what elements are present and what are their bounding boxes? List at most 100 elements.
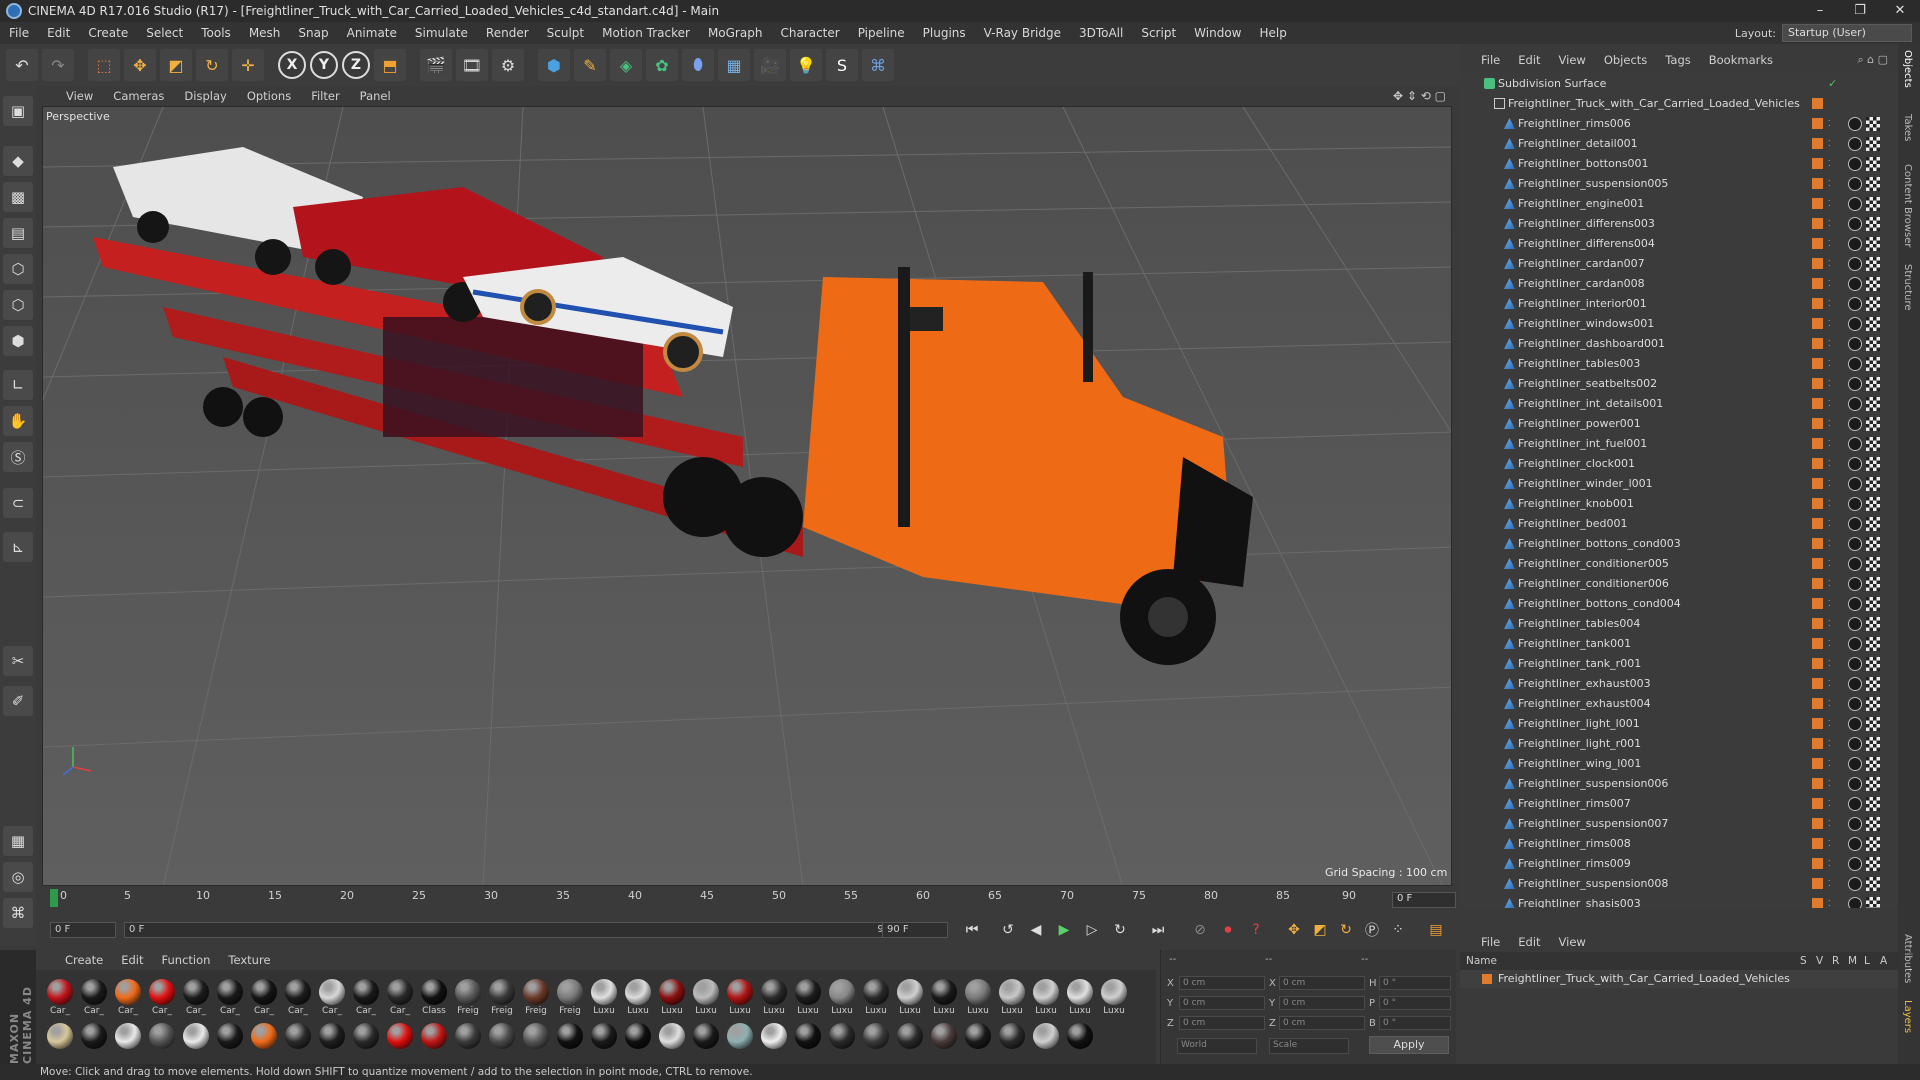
tab-content-browser[interactable]: Content Browser bbox=[1902, 164, 1913, 247]
texture-tag-icon[interactable] bbox=[1866, 157, 1880, 171]
visibility-dots-icon[interactable]: ⁚ bbox=[1828, 739, 1832, 749]
tree-row-group[interactable]: Freightliner_Truck_with_Car_Carried_Load… bbox=[1460, 94, 1898, 114]
visibility-dots-icon[interactable]: ⁚ bbox=[1828, 759, 1832, 769]
axis-mode-icon[interactable]: ∟ bbox=[3, 370, 33, 400]
tweak-icon[interactable]: ✋ bbox=[3, 406, 33, 436]
tree-row-object[interactable]: Freightliner_cardan007 ⁚ bbox=[1460, 254, 1898, 274]
texture-tag-icon[interactable] bbox=[1866, 877, 1880, 891]
points-mode-icon[interactable]: ⬡ bbox=[3, 254, 33, 284]
material-swatch[interactable] bbox=[318, 1022, 346, 1062]
keyframe-selection-icon[interactable]: ? bbox=[1244, 918, 1268, 942]
menu-file[interactable]: File bbox=[0, 26, 38, 40]
viewport-menu-options[interactable]: Options bbox=[237, 89, 301, 103]
subdivision-icon[interactable]: ◈ bbox=[610, 49, 642, 81]
visibility-dots-icon[interactable]: ⁚ bbox=[1828, 699, 1832, 709]
texture-tag-icon[interactable] bbox=[1866, 477, 1880, 491]
layer-color-swatch[interactable] bbox=[1812, 478, 1823, 489]
position-y-field[interactable]: 0 cm bbox=[1179, 996, 1265, 1010]
texture-tag-icon[interactable] bbox=[1866, 697, 1880, 711]
texture-tag-icon[interactable] bbox=[1866, 217, 1880, 231]
magnet-icon[interactable]: ⊂ bbox=[3, 488, 33, 518]
snap-icon[interactable]: Ⓢ bbox=[3, 442, 33, 472]
layer-color-swatch[interactable] bbox=[1812, 138, 1823, 149]
texture-tag-icon[interactable] bbox=[1866, 817, 1880, 831]
layer-color-swatch[interactable] bbox=[1812, 838, 1823, 849]
material-swatch[interactable] bbox=[658, 1022, 686, 1062]
tree-row-object[interactable]: Freightliner_conditioner005 ⁚ bbox=[1460, 554, 1898, 574]
world-dropdown[interactable]: World bbox=[1177, 1038, 1257, 1054]
material-tag-icon[interactable] bbox=[1848, 117, 1862, 131]
layer-color-swatch[interactable] bbox=[1812, 258, 1823, 269]
tab-structure[interactable]: Structure bbox=[1902, 264, 1913, 311]
material-tag-icon[interactable] bbox=[1848, 697, 1862, 711]
om-menu-edit[interactable]: Edit bbox=[1509, 53, 1549, 67]
layer-menu-view[interactable]: View bbox=[1550, 935, 1595, 949]
next-key-icon[interactable]: ↻ bbox=[1108, 918, 1132, 942]
tree-row-object[interactable]: Freightliner_tank_r001 ⁚ bbox=[1460, 654, 1898, 674]
material-tag-icon[interactable] bbox=[1848, 177, 1862, 191]
material-swatch[interactable] bbox=[998, 1022, 1026, 1062]
material-tag-icon[interactable] bbox=[1848, 277, 1862, 291]
tree-row-object[interactable]: Freightliner_conditioner006 ⁚ bbox=[1460, 574, 1898, 594]
tree-row-object[interactable]: Freightliner_light_l001 ⁚ bbox=[1460, 714, 1898, 734]
key-rotation-icon[interactable]: ↻ bbox=[1334, 918, 1358, 942]
locked-workplane-icon[interactable]: ◎ bbox=[3, 862, 33, 892]
close-button[interactable]: ✕ bbox=[1880, 0, 1920, 22]
visibility-dots-icon[interactable]: ⁚ bbox=[1828, 559, 1832, 569]
tree-row-object[interactable]: Freightliner_rims007 ⁚ bbox=[1460, 794, 1898, 814]
visibility-dots-icon[interactable]: ⁚ bbox=[1828, 159, 1832, 169]
visibility-dots-icon[interactable]: ⁚ bbox=[1828, 459, 1832, 469]
texture-tag-icon[interactable] bbox=[1866, 497, 1880, 511]
scale-dropdown[interactable]: Scale bbox=[1269, 1038, 1349, 1054]
visibility-dots-icon[interactable]: ⁚ bbox=[1828, 439, 1832, 449]
texture-tag-icon[interactable] bbox=[1866, 677, 1880, 691]
material-swatch[interactable]: Freig bbox=[522, 978, 550, 1018]
menu-pipeline[interactable]: Pipeline bbox=[849, 26, 914, 40]
texture-mode-icon[interactable]: ▩ bbox=[3, 182, 33, 212]
material-swatch[interactable]: Luxu bbox=[896, 978, 924, 1018]
visibility-dots-icon[interactable]: ⁚ bbox=[1828, 599, 1832, 609]
layer-color-swatch[interactable] bbox=[1812, 358, 1823, 369]
texture-tag-icon[interactable] bbox=[1866, 857, 1880, 871]
tree-row-object[interactable]: Freightliner_int_details001 ⁚ bbox=[1460, 394, 1898, 414]
layer-color-swatch[interactable] bbox=[1812, 398, 1823, 409]
make-editable-icon[interactable]: ▣ bbox=[3, 96, 33, 126]
texture-tag-icon[interactable] bbox=[1866, 457, 1880, 471]
material-tag-icon[interactable] bbox=[1848, 817, 1862, 831]
enabled-check-icon[interactable]: ✓ bbox=[1828, 77, 1837, 90]
material-swatch[interactable] bbox=[488, 1022, 516, 1062]
material-menu-edit[interactable]: Edit bbox=[112, 953, 152, 967]
size-z-field[interactable]: 0 cm bbox=[1279, 1016, 1365, 1030]
visibility-dots-icon[interactable]: ⁚ bbox=[1828, 639, 1832, 649]
tree-row-object[interactable]: Freightliner_differens004 ⁚ bbox=[1460, 234, 1898, 254]
tree-row-object[interactable]: Freightliner_tables004 ⁚ bbox=[1460, 614, 1898, 634]
tab-takes[interactable]: Takes bbox=[1902, 114, 1913, 141]
visibility-dots-icon[interactable]: ⁚ bbox=[1828, 519, 1832, 529]
om-menu-file[interactable]: File bbox=[1472, 53, 1509, 67]
previous-key-icon[interactable]: ↺ bbox=[996, 918, 1020, 942]
layer-color-swatch[interactable] bbox=[1812, 498, 1823, 509]
layer-color-swatch[interactable] bbox=[1812, 458, 1823, 469]
menu-plugins[interactable]: Plugins bbox=[914, 26, 975, 40]
material-swatch[interactable]: Luxu bbox=[794, 978, 822, 1018]
visibility-dots-icon[interactable]: ⁚ bbox=[1828, 779, 1832, 789]
material-swatch[interactable]: Car_ bbox=[148, 978, 176, 1018]
render-settings-icon[interactable]: ⚙ bbox=[492, 49, 524, 81]
coordinate-system-icon[interactable]: ⬒ bbox=[374, 49, 406, 81]
material-tag-icon[interactable] bbox=[1848, 397, 1862, 411]
material-tag-icon[interactable] bbox=[1848, 497, 1862, 511]
material-swatch[interactable]: Freig bbox=[454, 978, 482, 1018]
visibility-dots-icon[interactable]: ⁚ bbox=[1828, 899, 1832, 908]
layer-color-swatch[interactable] bbox=[1812, 698, 1823, 709]
camera-icon[interactable]: 🎥 bbox=[754, 49, 786, 81]
material-swatch[interactable]: Luxu bbox=[964, 978, 992, 1018]
start-frame-field[interactable]: 0 F bbox=[50, 922, 116, 938]
visibility-dots-icon[interactable]: ⁚ bbox=[1828, 619, 1832, 629]
layer-color-swatch[interactable] bbox=[1812, 518, 1823, 529]
material-swatch[interactable] bbox=[828, 1022, 856, 1062]
visibility-dots-icon[interactable]: ⁚ bbox=[1828, 859, 1832, 869]
material-swatch[interactable] bbox=[352, 1022, 380, 1062]
layer-color-swatch[interactable] bbox=[1812, 538, 1823, 549]
menu-vray-bridge[interactable]: V-Ray Bridge bbox=[975, 26, 1070, 40]
previous-frame-icon[interactable]: ◀ bbox=[1024, 918, 1048, 942]
